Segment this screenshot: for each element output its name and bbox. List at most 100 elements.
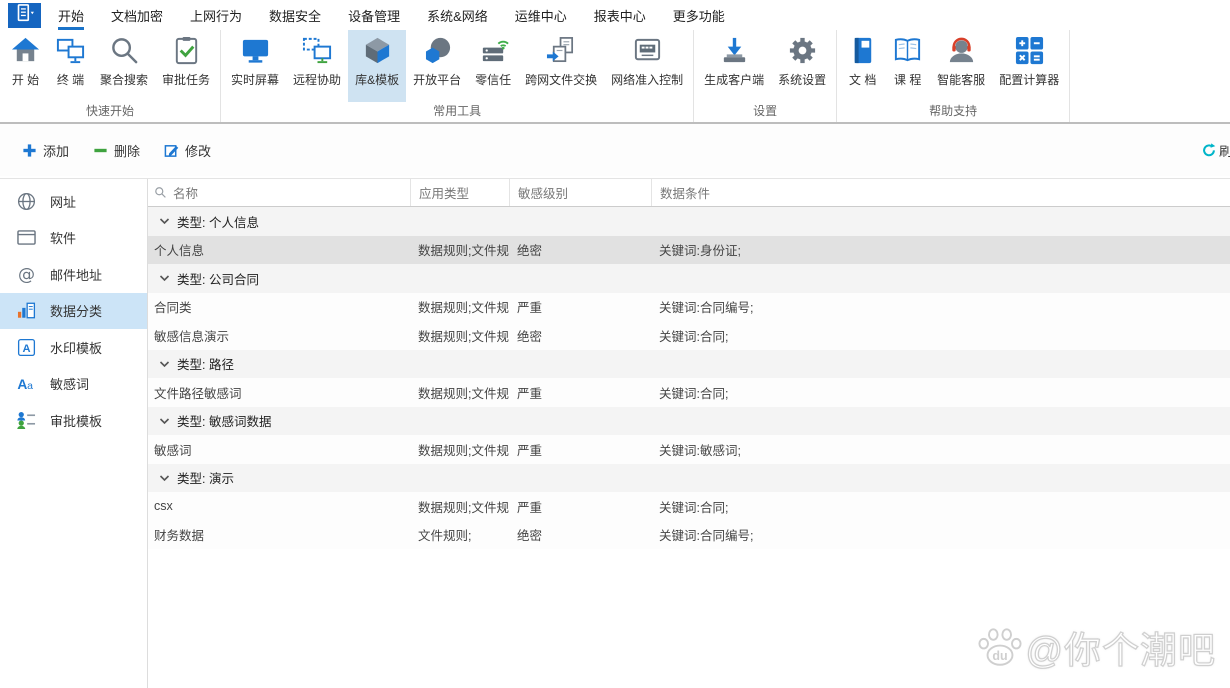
action-toolbar: 添加 删除 修改 刷新 [0, 124, 1230, 176]
cell-level: 严重 [509, 440, 651, 459]
ribbon-item-terminal[interactable]: 终 端 [48, 30, 93, 102]
table-panel: 名称 应用类型敏感级别数据条件 类型: 个人信息个人信息数据规则;文件规则;绝密关… [148, 179, 1230, 688]
ribbon-item-ai-support[interactable]: 智能客服 [930, 30, 992, 102]
sidebar-item-watermark-template[interactable]: A水印模板 [0, 329, 147, 366]
table-row[interactable]: 敏感词数据规则;文件规则;严重关键词:敏感词; [148, 435, 1230, 464]
main-menu-button[interactable] [8, 3, 41, 28]
plus-icon [22, 143, 37, 158]
sidebar-item-website[interactable]: 网址 [0, 183, 147, 220]
add-button[interactable]: 添加 [22, 141, 69, 160]
ribbon-item-label-ai-support: 智能客服 [937, 71, 985, 88]
window-icon [16, 227, 37, 248]
tab-data-security[interactable]: 数据安全 [269, 0, 321, 30]
sidebar-item-software[interactable]: 软件 [0, 220, 147, 257]
refresh-icon [1202, 143, 1216, 157]
tab-report-center[interactable]: 报表中心 [594, 0, 646, 30]
table-header: 名称 应用类型敏感级别数据条件 [148, 179, 1230, 207]
sidebar-item-sensitive-word[interactable]: Aa敏感词 [0, 366, 147, 403]
cell-app-type: 数据规则;文件规则; [410, 383, 509, 402]
ribbon-item-network-access[interactable]: 网络准入控制 [604, 30, 690, 102]
ribbon-group-items-settings: 生成客户端系统设置 [697, 30, 833, 102]
table-row[interactable]: 敏感信息演示数据规则;文件规则;绝密关键词:合同; [148, 321, 1230, 350]
ribbon-item-remote-assist[interactable]: 远程协助 [286, 30, 348, 102]
chevron-down-icon [159, 217, 170, 225]
table-body: 类型: 个人信息个人信息数据规则;文件规则;绝密关键词:身份证; 类型: 公司合同… [148, 207, 1230, 688]
cell-app-type: 数据规则;文件规则; [410, 297, 509, 316]
ribbon-item-label-open-platform: 开放平台 [413, 71, 461, 88]
sidebar-item-data-category[interactable]: 数据分类 [0, 293, 147, 330]
ribbon-item-system-settings[interactable]: 系统设置 [771, 30, 833, 102]
book-icon [847, 35, 878, 66]
data-category-icon [16, 300, 37, 321]
approval-template-icon [16, 410, 37, 431]
table-row[interactable]: 文件路径敏感词数据规则;文件规则;严重关键词:合同; [148, 378, 1230, 407]
aa-icon: Aa [16, 373, 37, 394]
ribbon-item-cross-net-exchange[interactable]: 跨网文件交换 [518, 30, 604, 102]
column-header-1[interactable]: 应用类型 [410, 179, 509, 206]
add-button-label: 添加 [43, 141, 69, 160]
tab-doc-encrypt[interactable]: 文档加密 [111, 0, 163, 30]
table-row[interactable]: 合同类数据规则;文件规则;严重关键词:合同编号; [148, 293, 1230, 322]
terminals-icon [55, 35, 86, 66]
ribbon-item-zero-trust[interactable]: 零信任 [468, 30, 518, 102]
ribbon-group-settings: 生成客户端系统设置设置 [694, 30, 837, 122]
ribbon-item-realtime-screen[interactable]: 实时屏幕 [224, 30, 286, 102]
cell-level: 严重 [509, 497, 651, 516]
tab-more-features[interactable]: 更多功能 [673, 0, 725, 30]
ribbon-item-label-client-gen: 生成客户端 [704, 71, 764, 88]
ribbon-item-config-calculator[interactable]: 配置计算器 [992, 30, 1066, 102]
refresh-button[interactable]: 刷新 [1202, 124, 1230, 176]
ribbon-item-course[interactable]: 课 程 [885, 30, 930, 102]
ribbon-item-label-lib-template: 库&模板 [355, 71, 399, 88]
monitor-icon [240, 35, 271, 66]
group-row[interactable]: 类型: 敏感词数据 [148, 407, 1230, 436]
tab-device-mgmt[interactable]: 设备管理 [348, 0, 400, 30]
column-header-0[interactable]: 名称 [148, 179, 410, 206]
ribbon-item-label-network-access: 网络准入控制 [611, 71, 683, 88]
ribbon-item-start[interactable]: 开 始 [3, 30, 48, 102]
chevron-down-icon [159, 274, 170, 282]
ribbon-item-approval-task[interactable]: 审批任务 [155, 30, 217, 102]
group-row-label: 类型: 公司合同 [177, 269, 259, 288]
chevron-down-icon [159, 417, 170, 425]
table-row[interactable]: 财务数据文件规则;绝密关键词:合同编号; [148, 521, 1230, 550]
tab-ops-center[interactable]: 运维中心 [515, 0, 567, 30]
column-header-3[interactable]: 数据条件 [651, 179, 1230, 206]
tab-system-network[interactable]: 系统&网络 [427, 0, 488, 30]
table-row[interactable]: csx数据规则;文件规则;严重关键词:合同; [148, 492, 1230, 521]
svg-text:a: a [27, 380, 33, 392]
svg-text:A: A [17, 377, 27, 392]
minus-icon [93, 143, 108, 158]
column-header-2[interactable]: 敏感级别 [509, 179, 651, 206]
column-header-label-0: 名称 [173, 183, 198, 202]
group-row[interactable]: 类型: 个人信息 [148, 207, 1230, 236]
group-row-label: 类型: 演示 [177, 468, 234, 487]
group-row[interactable]: 类型: 公司合同 [148, 264, 1230, 293]
ribbon-item-lib-template[interactable]: 库&模板 [348, 30, 406, 102]
cell-name: csx [148, 499, 410, 513]
ribbon-item-label-system-settings: 系统设置 [778, 71, 826, 88]
cell-level: 绝密 [509, 525, 651, 544]
group-row[interactable]: 类型: 路径 [148, 350, 1230, 379]
ribbon-item-document[interactable]: 文 档 [840, 30, 885, 102]
delete-button[interactable]: 删除 [93, 141, 140, 160]
ribbon-item-open-platform[interactable]: 开放平台 [406, 30, 468, 102]
ribbon-item-aggregate-search[interactable]: 聚合搜索 [93, 30, 155, 102]
watermark-icon: A [16, 337, 37, 358]
sidebar-item-label-website: 网址 [50, 192, 76, 211]
table-row[interactable]: 个人信息数据规则;文件规则;绝密关键词:身份证; [148, 236, 1230, 265]
tab-start[interactable]: 开始 [58, 0, 84, 30]
ribbon-group-help-support: 文 档课 程智能客服配置计算器帮助支持 [837, 30, 1070, 122]
tab-web-behavior[interactable]: 上网行为 [190, 0, 242, 30]
search-icon [109, 35, 140, 66]
ribbon-item-client-gen[interactable]: 生成客户端 [697, 30, 771, 102]
cell-condition: 关键词:合同; [651, 497, 1230, 516]
cell-level: 严重 [509, 297, 651, 316]
modify-button[interactable]: 修改 [164, 141, 211, 160]
sidebar-item-email-address[interactable]: @邮件地址 [0, 256, 147, 293]
network-access-icon [632, 35, 663, 66]
ribbon-item-label-realtime-screen: 实时屏幕 [231, 71, 279, 88]
sidebar-item-approval-template[interactable]: 审批模板 [0, 402, 147, 439]
group-row[interactable]: 类型: 演示 [148, 464, 1230, 493]
cell-level: 绝密 [509, 326, 651, 345]
